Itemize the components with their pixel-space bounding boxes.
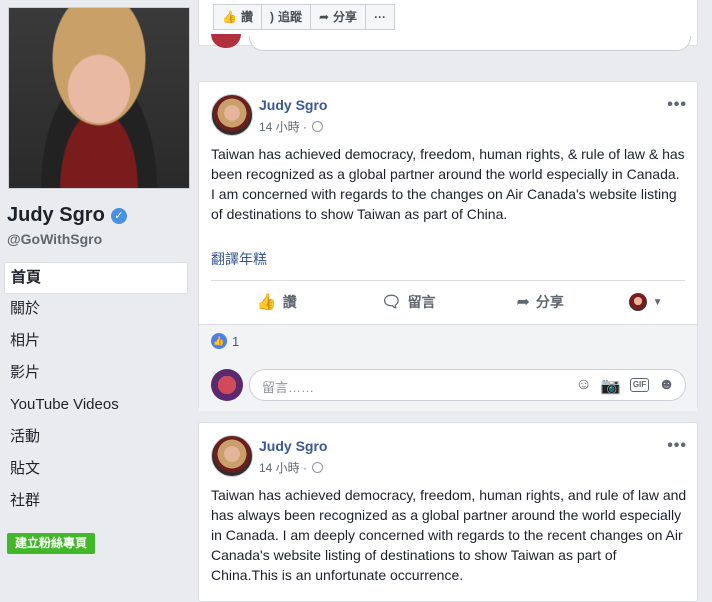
sticker-icon[interactable]: ☻ [658,376,675,396]
post-timestamp[interactable]: 14 小時 · [259,118,324,135]
follow-label: 追蹤 [277,10,302,24]
camera-icon[interactable]: 📷 [601,376,621,396]
nav-item-videos[interactable]: 影片 [0,358,188,390]
thumbs-up-icon: 👍 [256,294,277,311]
post-actions: 👍 讚 🗨 留言 ➦ 分享 ▼ [211,289,685,315]
share-arrow-icon: ➦ [516,294,530,311]
emoji-icon[interactable]: ☺ [576,376,592,396]
previous-post-actions: 👍 讚 ) 追蹤 ➦ 分享 ··· [213,4,396,30]
post-author[interactable]: Judy Sgro [259,97,327,113]
post-card: Judy Sgro 14 小時 · ••• Taiwan has achieve… [198,81,698,411]
post-text: Taiwan has achieved democracy, freedom, … [211,487,687,583]
profile-photo[interactable] [8,7,190,189]
page-sidebar: Judy Sgro ✓ @GoWithSgro 首頁 關於 相片 影片 YouT… [0,0,196,587]
like-label: 讚 [240,10,253,24]
like-count-value: 1 [232,333,240,349]
nav-item-about[interactable]: 關於 [0,294,188,326]
like-button[interactable]: 👍 讚 [213,4,262,30]
more-options-button[interactable]: ··· [366,4,396,30]
create-page-button[interactable]: 建立粉絲專頁 [7,533,96,554]
post-card: Judy Sgro 14 小時 · ••• Taiwan has achieve… [198,422,698,602]
previous-post-card: 👍 讚 ) 追蹤 ➦ 分享 ··· [198,0,698,51]
translate-link[interactable]: 翻譯年糕 [211,249,267,269]
caret-down-icon: ▼ [652,296,663,308]
gif-icon[interactable]: GIF [629,378,650,392]
page-name[interactable]: Judy Sgro ✓ [7,204,127,227]
nav-item-photos[interactable]: 相片 [0,326,188,358]
reactions-and-comments: 👍 1 留言…… ☺ 📷 GIF ☻ [199,324,697,411]
post-author[interactable]: Judy Sgro [259,438,327,454]
share-label: 分享 [333,10,358,24]
post-options-icon[interactable]: ••• [667,437,687,455]
post-time-text[interactable]: 14 小時 · [259,461,307,475]
nav-item-events[interactable]: 活動 [0,422,188,454]
thumbs-up-icon: 👍 [222,10,237,24]
follow-button[interactable]: ) 追蹤 [261,4,311,30]
comment-placeholder: 留言…… [262,380,315,395]
comment-input[interactable] [249,36,691,51]
share-arrow-icon: ➦ [318,10,330,24]
verified-badge-icon: ✓ [110,207,127,224]
nav-item-community[interactable]: 社群 [0,486,188,518]
commenter-avatar [211,34,241,48]
nav-item-posts[interactable]: 貼文 [0,454,188,486]
rss-icon: ) [269,10,274,24]
globe-icon [312,121,324,132]
globe-icon [312,462,324,473]
page-handle[interactable]: @GoWithSgro [7,231,102,247]
like-button[interactable]: 👍 讚 [211,292,343,312]
post-text: Taiwan has achieved democracy, freedom, … [211,146,685,222]
page-name-text[interactable]: Judy Sgro [7,204,105,227]
share-label: 分享 [535,294,564,310]
like-label: 讚 [282,294,297,310]
comment-button[interactable]: 🗨 留言 [343,292,475,312]
post-timestamp[interactable]: 14 小時 · [259,459,324,476]
commenter-avatar [211,369,243,401]
post-time-text[interactable]: 14 小時 · [259,120,307,134]
divider [211,280,685,281]
comment-bubble-icon: 🗨 [381,294,402,311]
page-nav: 首頁 關於 相片 影片 YouTube Videos 活動 貼文 社群 [0,262,188,518]
comment-tools: ☺ 📷 GIF ☻ [576,376,675,396]
react-as-selector[interactable]: ▼ [606,293,685,311]
nav-item-home[interactable]: 首頁 [4,262,188,294]
nav-item-youtube-videos[interactable]: YouTube Videos [0,390,188,422]
author-avatar[interactable] [211,435,253,477]
share-button[interactable]: ➦ 分享 [474,292,606,312]
reaction-count[interactable]: 👍 1 [211,333,239,349]
share-button[interactable]: ➦ 分享 [310,4,367,30]
like-reaction-icon: 👍 [211,333,227,349]
comment-input[interactable]: 留言…… ☺ 📷 GIF ☻ [249,369,686,401]
page-avatar-icon [628,293,647,311]
post-options-icon[interactable]: ••• [667,96,687,114]
comment-label: 留言 [407,294,436,310]
author-avatar[interactable] [211,94,253,136]
